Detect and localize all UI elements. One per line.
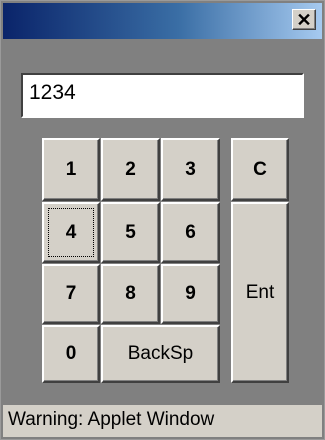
key-3[interactable]: 3 bbox=[161, 138, 220, 201]
close-button[interactable]: ✕ bbox=[292, 9, 316, 30]
key-8[interactable]: 8 bbox=[101, 264, 160, 324]
enter-button[interactable]: Ent bbox=[231, 202, 289, 383]
key-5[interactable]: 5 bbox=[101, 202, 160, 263]
applet-window: ✕ 1234 1 2 3 C 4 5 6 Ent 7 8 9 0 BackSp … bbox=[0, 0, 325, 440]
clear-button[interactable]: C bbox=[231, 138, 289, 201]
keypad-display: 1234 bbox=[21, 73, 304, 118]
key-6[interactable]: 6 bbox=[161, 202, 220, 263]
key-9[interactable]: 9 bbox=[161, 264, 220, 324]
key-4[interactable]: 4 bbox=[42, 202, 100, 263]
close-icon: ✕ bbox=[296, 9, 312, 30]
backspace-button[interactable]: BackSp bbox=[101, 325, 220, 383]
key-7[interactable]: 7 bbox=[42, 264, 100, 324]
key-2[interactable]: 2 bbox=[101, 138, 160, 201]
title-bar[interactable]: ✕ bbox=[3, 3, 322, 39]
key-1[interactable]: 1 bbox=[42, 138, 100, 201]
focus-ring bbox=[48, 208, 94, 257]
status-bar: Warning: Applet Window bbox=[3, 405, 322, 437]
key-0[interactable]: 0 bbox=[42, 325, 100, 383]
